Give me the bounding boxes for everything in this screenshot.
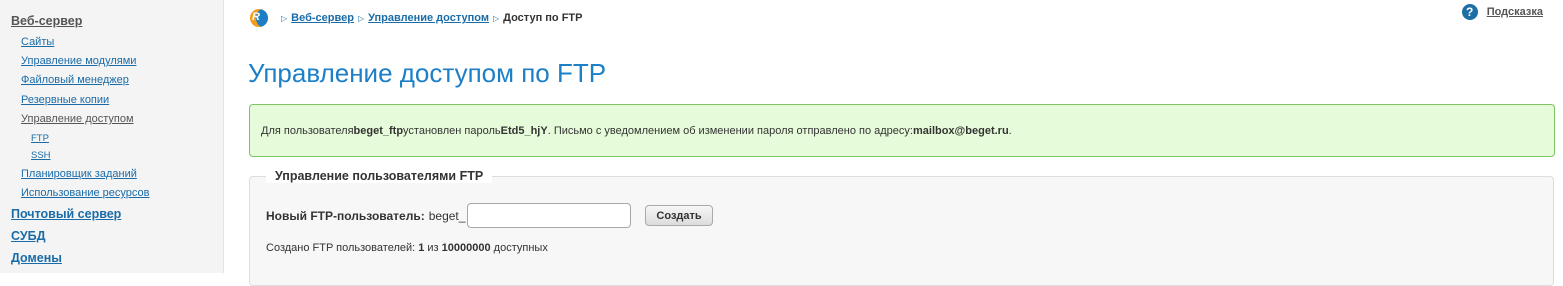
notice-username: beget_ftp (353, 124, 404, 137)
sidebar-item-file-manager[interactable]: Файловый менеджер (21, 74, 129, 86)
create-button[interactable]: Создать (645, 205, 713, 226)
new-ftp-user-label: Новый FTP-пользователь: (266, 208, 425, 223)
sidebar-section-domains[interactable]: Домены (11, 251, 62, 265)
help-link[interactable]: Подсказка (1487, 6, 1543, 18)
count-text: доступных (490, 242, 548, 254)
notice-text: . (1008, 124, 1012, 137)
count-text: из (424, 242, 442, 254)
breadcrumb-separator-icon: ▷ (492, 13, 500, 23)
new-ftp-user-row: Новый FTP-пользователь: beget_ Создать (266, 203, 713, 228)
sidebar-subitem-ftp[interactable]: FTP (31, 133, 49, 144)
sidebar-item-resource-usage[interactable]: Использование ресурсов (21, 187, 149, 199)
notice-email: mailbox@beget.ru (912, 124, 1009, 137)
notice-password: Etd5_hjY (500, 124, 548, 137)
username-prefix: beget_ (428, 208, 466, 223)
sidebar: Веб-сервер Сайты Управление модулями Фай… (0, 0, 224, 273)
breadcrumb-web-server[interactable]: Веб-сервер (291, 12, 354, 24)
breadcrumb-access-control[interactable]: Управление доступом (368, 12, 489, 24)
page-title: Управление доступом по FTP (248, 58, 607, 88)
count-total: 10000000 (441, 242, 491, 254)
sidebar-item-access-control[interactable]: Управление доступом (21, 113, 134, 125)
panel-title: Управление пользователями FTP (266, 169, 493, 183)
sidebar-item-sites[interactable]: Сайты (21, 36, 54, 48)
logo-icon[interactable]: R (250, 9, 268, 27)
sidebar-item-modules[interactable]: Управление модулями (21, 55, 136, 67)
breadcrumb-separator-icon: ▷ (281, 13, 288, 23)
count-text: Создано FTP пользователей: (266, 242, 419, 254)
sidebar-item-backups[interactable]: Резервные копии (21, 94, 109, 106)
ftp-users-panel: Управление пользователями FTP Новый FTP-… (249, 169, 1554, 286)
sidebar-subitem-ssh[interactable]: SSH (31, 150, 51, 161)
help-icon[interactable]: ? (1461, 4, 1478, 20)
help: ? Подсказка (1461, 4, 1543, 20)
breadcrumb: R ▷ Веб-сервер ▷ Управление доступом ▷ Д… (250, 9, 582, 27)
breadcrumb-current: Доступ по FTP (503, 12, 583, 24)
sidebar-section-dbms[interactable]: СУБД (11, 229, 46, 243)
sidebar-section-web-server[interactable]: Веб-сервер (11, 14, 82, 28)
notice-text: Для пользователя (261, 124, 354, 137)
success-notice: Для пользователя beget_ftp установлен па… (249, 104, 1555, 157)
notice-text: . Письмо с уведомлением об изменении пар… (547, 124, 913, 137)
breadcrumb-separator-icon: ▷ (357, 13, 365, 23)
sidebar-item-scheduler[interactable]: Планировщик заданий (21, 168, 137, 180)
ftp-users-count: Создано FTP пользователей: 1 из 10000000… (266, 242, 548, 254)
notice-text: установлен пароль (403, 124, 501, 137)
sidebar-section-mail-server[interactable]: Почтовый сервер (11, 207, 121, 221)
new-ftp-username-input[interactable] (467, 203, 632, 228)
